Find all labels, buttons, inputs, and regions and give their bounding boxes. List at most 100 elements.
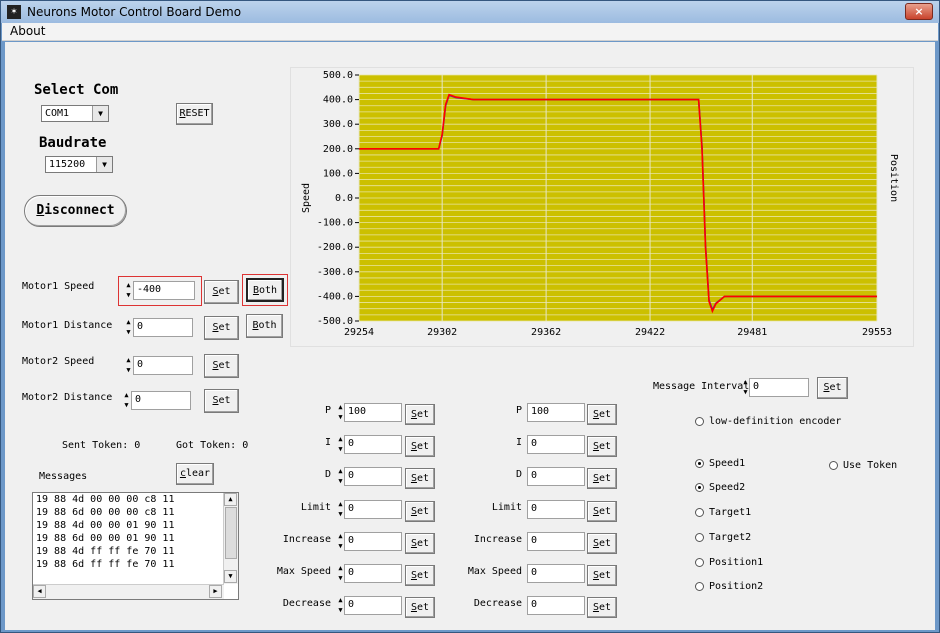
reset-button-label: RESET xyxy=(179,108,210,119)
pid-left-i-set-button[interactable]: Set xyxy=(405,436,435,457)
message-interval-input[interactable]: 0 xyxy=(749,378,809,397)
scroll-up-icon[interactable]: ▲ xyxy=(224,493,237,506)
menu-about[interactable]: About xyxy=(10,24,45,38)
pid-right-max-speed-label: Max Speed xyxy=(467,566,522,577)
com-port-select[interactable]: COM1 ▼ xyxy=(41,105,109,122)
speed-chart-panel: 29254 29302 29362 29422 29481 29553 500.0 400.0… xyxy=(290,67,914,347)
motor1-speed-input[interactable]: -400 xyxy=(133,281,195,300)
motor2-speed-label: Motor2 Speed xyxy=(22,356,95,367)
pid-left-increase-label: Increase xyxy=(282,534,331,545)
list-item: 19 88 4d 00 00 01 90 11 xyxy=(36,520,175,531)
plot-position1-label: Position1 xyxy=(709,557,764,568)
pid-left-increase-set-button[interactable]: Set xyxy=(405,533,435,554)
pid-right-p-label: P xyxy=(515,405,522,416)
pid-left-p-label: P xyxy=(324,405,331,416)
pid-right-p-set-button[interactable]: Set xyxy=(587,404,617,425)
plot-position1-radio[interactable] xyxy=(695,558,704,567)
pid-right-i-input[interactable]: 0 xyxy=(527,435,585,454)
motor2-speed-set-button[interactable]: Set xyxy=(204,354,239,378)
x-tick-label: 29302 xyxy=(427,327,457,338)
plot-speed2-radio[interactable] xyxy=(695,483,704,492)
baudrate-value: 115200 xyxy=(49,159,86,170)
pid-right-max-speed-input[interactable]: 0 xyxy=(527,564,585,583)
list-item: 19 88 4d ff ff fe 70 11 xyxy=(36,546,175,557)
y-tick-label: -400.0 xyxy=(317,291,353,302)
motor2-distance-spinner[interactable]: ▲ ▼ xyxy=(122,391,131,410)
pid-right-p-input[interactable]: 100 xyxy=(527,403,585,422)
close-button[interactable]: × xyxy=(905,3,933,20)
pid-right-decrease-input[interactable]: 0 xyxy=(527,596,585,615)
pid-right-d-input[interactable]: 0 xyxy=(527,467,585,486)
pid-left-d-input[interactable]: 0 xyxy=(344,467,402,486)
motor1-distance-set-button[interactable]: Set xyxy=(204,316,239,340)
pid-right-limit-label: Limit xyxy=(491,502,522,513)
pid-left-i-input[interactable]: 0 xyxy=(344,435,402,454)
motor1-distance-spinner[interactable]: ▲ ▼ xyxy=(124,318,133,337)
plot-speed2-label: Speed2 xyxy=(709,482,746,493)
motor2-speed-spinner[interactable]: ▲ ▼ xyxy=(124,356,133,375)
message-interval-set-button[interactable]: Set xyxy=(817,377,848,399)
pid-right-limit-set-button[interactable]: Set xyxy=(587,501,617,522)
messages-label: Messages xyxy=(39,471,88,482)
pid-right-increase-set-button[interactable]: Set xyxy=(587,533,617,554)
pid-right-i-set-button[interactable]: Set xyxy=(587,436,617,457)
plot-target1-radio[interactable] xyxy=(695,508,704,517)
motor1-speed-both-button[interactable]: Both xyxy=(246,278,284,302)
pid-right-limit-input[interactable]: 0 xyxy=(527,500,585,519)
motor1-distance-input[interactable]: 0 xyxy=(133,318,193,337)
pid-left-max-speed-set-button[interactable]: Set xyxy=(405,565,435,586)
pid-right-max-speed-set-button[interactable]: Set xyxy=(587,565,617,586)
messages-list[interactable]: 19 88 4d 00 00 00 c8 11 19 88 6d 00 00 0… xyxy=(32,492,239,600)
plot-target2-label: Target2 xyxy=(709,532,752,543)
scroll-right-icon[interactable]: ▶ xyxy=(209,585,222,598)
pid-left-limit-input[interactable]: 0 xyxy=(344,500,402,519)
pid-right-d-label: D xyxy=(515,469,522,480)
plot-target1-label: Target1 xyxy=(709,507,752,518)
select-com-label: Select Com xyxy=(34,82,119,98)
pid-right-decrease-set-button[interactable]: Set xyxy=(587,597,617,618)
baudrate-label: Baudrate xyxy=(39,135,107,151)
app-icon: ✶ xyxy=(7,5,21,19)
motor1-speed-spinner[interactable]: ▲ ▼ xyxy=(124,281,133,300)
y-tick-label: 300.0 xyxy=(323,119,353,130)
pid-left-d-set-button[interactable]: Set xyxy=(405,468,435,489)
low-def-encoder-radio[interactable] xyxy=(695,417,704,426)
menu-bar: About xyxy=(2,23,938,41)
clear-button[interactable]: clear xyxy=(176,463,214,485)
pid-left-decrease-input[interactable]: 0 xyxy=(344,596,402,615)
pid-left-limit-set-button[interactable]: Set xyxy=(405,501,435,522)
pid-left-p-input[interactable]: 100 xyxy=(344,403,402,422)
scroll-thumb[interactable] xyxy=(225,507,237,559)
use-token-radio[interactable] xyxy=(829,461,838,470)
plot-speed1-radio[interactable] xyxy=(695,459,704,468)
plot-position2-label: Position2 xyxy=(709,581,764,592)
x-tick-label: 29362 xyxy=(531,327,561,338)
scroll-down-icon[interactable]: ▼ xyxy=(224,570,237,583)
pid-left-max-speed-input[interactable]: 0 xyxy=(344,564,402,583)
disconnect-button[interactable]: Disconnect xyxy=(24,195,127,227)
message-interval-label: Message Interval xyxy=(653,381,750,392)
y-tick-label: 0.0 xyxy=(335,193,353,204)
pid-right-i-label: I xyxy=(515,437,522,448)
motor1-speed-set-button[interactable]: Set xyxy=(204,280,239,304)
pid-left-increase-input[interactable]: 0 xyxy=(344,532,402,551)
pid-left-p-set-button[interactable]: Set xyxy=(405,404,435,425)
app-window: ✶ Neurons Motor Control Board Demo × Abo… xyxy=(0,0,940,633)
pid-left-decrease-set-button[interactable]: Set xyxy=(405,597,435,618)
motor2-distance-set-button[interactable]: Set xyxy=(204,389,239,413)
scroll-left-icon[interactable]: ◀ xyxy=(33,585,46,598)
y-tick-label: -200.0 xyxy=(317,242,353,253)
horizontal-scrollbar[interactable]: ◀ ▶ xyxy=(33,584,224,599)
vertical-scrollbar[interactable]: ▲ ▼ xyxy=(223,493,238,584)
chevron-down-icon: ▼ xyxy=(92,106,108,121)
pid-right-increase-input[interactable]: 0 xyxy=(527,532,585,551)
plot-target2-radio[interactable] xyxy=(695,533,704,542)
plot-position2-radio[interactable] xyxy=(695,582,704,591)
reset-button[interactable]: RESET xyxy=(176,103,213,125)
baudrate-select[interactable]: 115200 ▼ xyxy=(45,156,113,173)
motor2-speed-input[interactable]: 0 xyxy=(133,356,193,375)
pid-right-d-set-button[interactable]: Set xyxy=(587,468,617,489)
motor2-distance-input[interactable]: 0 xyxy=(131,391,191,410)
motor1-distance-both-button[interactable]: Both xyxy=(246,314,283,338)
y-axis-label: Speed xyxy=(301,183,312,213)
